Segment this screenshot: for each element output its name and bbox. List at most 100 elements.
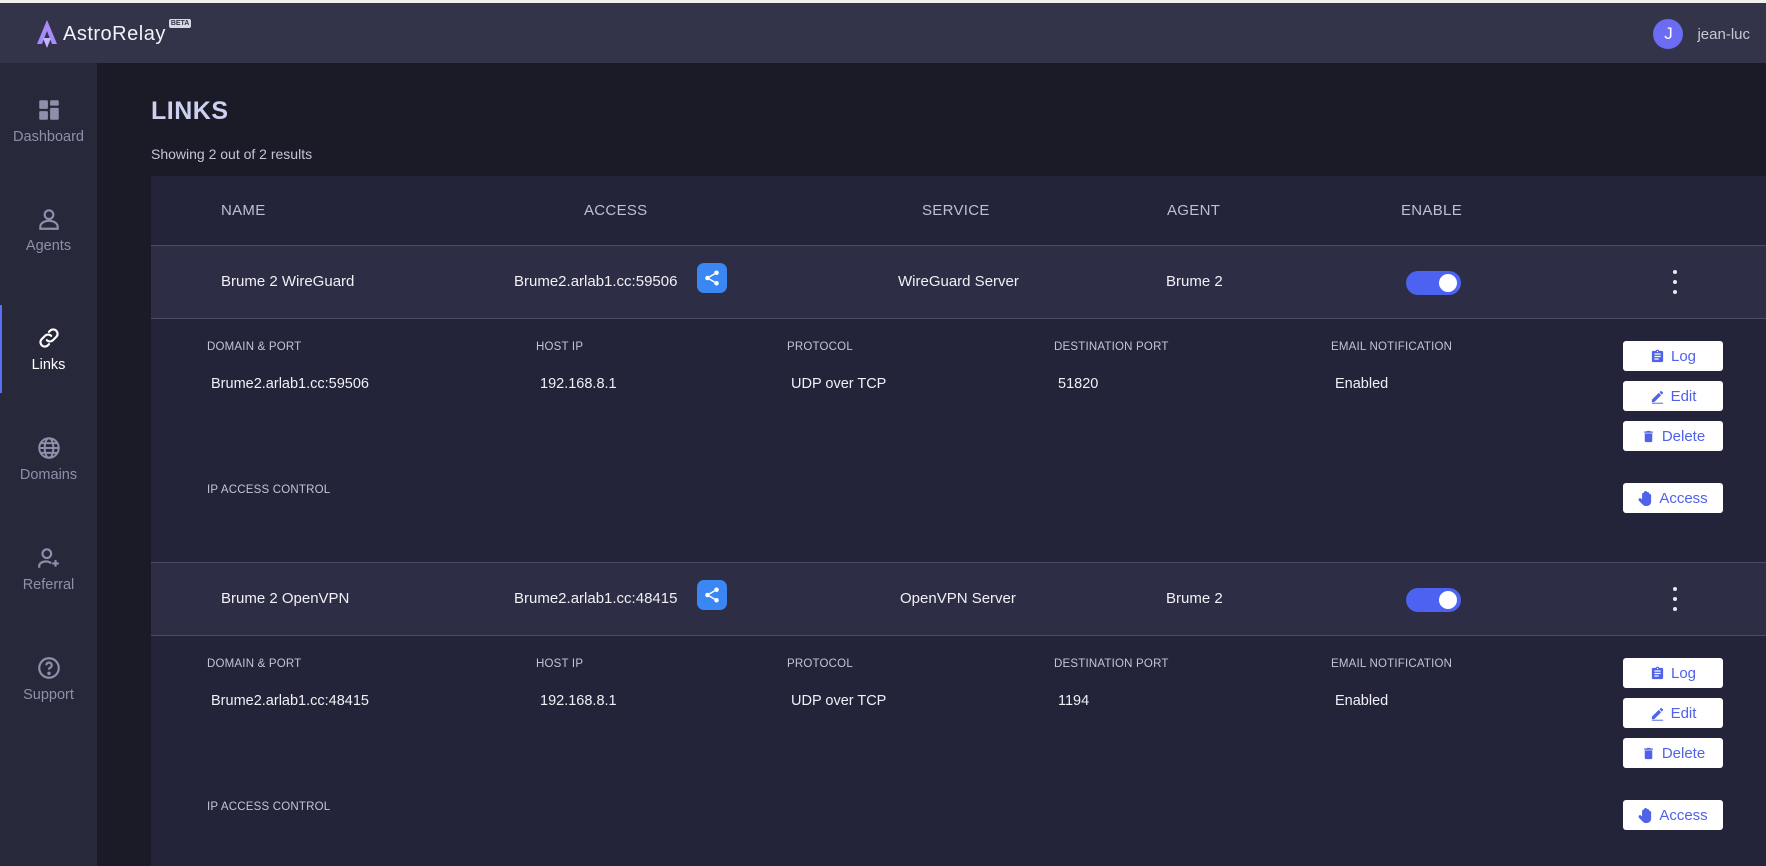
detail-domain-port: Brume2.arlab1.cc:59506 <box>211 376 369 392</box>
dashboard-icon <box>38 100 59 120</box>
detail-protocol: UDP over TCP <box>791 376 887 392</box>
detail-email-notification: Enabled <box>1335 376 1389 392</box>
avatar[interactable]: J <box>1653 19 1684 49</box>
link-access: Brume2.arlab1.cc:48415 <box>514 590 678 607</box>
sidebar-item-label: Agents <box>25 238 72 254</box>
enable-toggle[interactable] <box>1406 588 1461 612</box>
column-header-service[interactable]: SERVICE <box>922 202 990 219</box>
access-button-label: Access <box>1659 489 1708 507</box>
detail-label-domain-port: DOMAIN & PORT <box>207 341 302 353</box>
top-bar: AstroRelay BETA J jean-luc <box>0 0 1766 63</box>
astrorelay-logo-icon <box>37 20 57 48</box>
hand-icon <box>1638 490 1652 506</box>
more-options-icon[interactable] <box>1669 585 1681 613</box>
detail-label-domain-port: DOMAIN & PORT <box>207 658 302 670</box>
share-button[interactable] <box>697 263 727 293</box>
detail-domain-port: Brume2.arlab1.cc:48415 <box>211 693 369 709</box>
edit-button-label: Edit <box>1670 704 1697 722</box>
column-header-name[interactable]: NAME <box>221 202 266 219</box>
more-options-icon[interactable] <box>1669 268 1681 296</box>
clipboard-icon <box>1651 349 1664 362</box>
delete-button[interactable]: Delete <box>1623 738 1723 768</box>
page-title: LINKS <box>151 97 229 125</box>
log-button-label: Log <box>1670 664 1697 682</box>
column-header-enable[interactable]: ENABLE <box>1401 202 1462 219</box>
username[interactable]: jean-luc <box>1697 26 1750 43</box>
column-header-agent[interactable]: AGENT <box>1167 202 1220 219</box>
access-button[interactable]: Access <box>1623 800 1723 830</box>
delete-button-label: Delete <box>1661 744 1706 762</box>
app-logo[interactable]: AstroRelay BETA <box>33 18 192 50</box>
delete-button-label: Delete <box>1661 427 1706 445</box>
link-icon <box>38 328 59 348</box>
detail-label-destination-port: DESTINATION PORT <box>1054 341 1169 353</box>
sidebar-item-domains[interactable]: Domains <box>0 415 97 503</box>
detail-label-ip-access-control: IP ACCESS CONTROL <box>207 484 331 496</box>
detail-destination-port: 1194 <box>1058 693 1090 709</box>
link-detail-panel: DOMAIN & PORT Brume2.arlab1.cc:59506 HOS… <box>151 319 1766 563</box>
share-button[interactable] <box>697 580 727 610</box>
detail-destination-port: 51820 <box>1058 376 1099 392</box>
sidebar-item-label: Domains <box>19 467 78 483</box>
delete-button[interactable]: Delete <box>1623 421 1723 451</box>
link-service: OpenVPN Server <box>900 590 1016 607</box>
pencil-icon <box>1651 707 1663 721</box>
result-count: Showing 2 out of 2 results <box>151 146 313 162</box>
detail-label-host-ip: HOST IP <box>536 341 584 353</box>
sidebar: Dashboard Agents Links Domains Referral … <box>0 63 97 866</box>
detail-protocol: UDP over TCP <box>791 693 887 709</box>
link-detail-panel: DOMAIN & PORT Brume2.arlab1.cc:48415 HOS… <box>151 636 1766 866</box>
log-button-label: Log <box>1670 347 1697 365</box>
detail-label-destination-port: DESTINATION PORT <box>1054 658 1169 670</box>
detail-host-ip: 192.168.8.1 <box>540 693 617 709</box>
trash-icon <box>1643 430 1653 442</box>
link-service: WireGuard Server <box>898 273 1019 290</box>
access-button[interactable]: Access <box>1623 483 1723 513</box>
help-icon <box>37 657 60 679</box>
link-access: Brume2.arlab1.cc:59506 <box>514 273 678 290</box>
beta-badge: BETA <box>168 19 192 28</box>
link-name: Brume 2 WireGuard <box>221 273 355 290</box>
sidebar-item-agents[interactable]: Agents <box>0 186 97 274</box>
edit-button[interactable]: Edit <box>1623 381 1723 411</box>
sidebar-item-support[interactable]: Support <box>0 635 97 723</box>
detail-label-host-ip: HOST IP <box>536 658 584 670</box>
sidebar-item-label: Support <box>23 687 74 703</box>
sidebar-item-links[interactable]: Links <box>0 305 97 393</box>
log-button[interactable]: Log <box>1623 341 1723 371</box>
table-header: NAME ACCESS SERVICE AGENT ENABLE <box>151 176 1766 246</box>
main-content: LINKS Showing 2 out of 2 results NAME AC… <box>97 63 1766 866</box>
sidebar-item-dashboard[interactable]: Dashboard <box>0 77 97 165</box>
detail-label-email-notification: EMAIL NOTIFICATION <box>1331 658 1453 670</box>
table-row[interactable]: Brume 2 OpenVPN Brume2.arlab1.cc:48415 O… <box>151 563 1766 636</box>
globe-icon <box>37 437 60 459</box>
detail-label-protocol: PROTOCOL <box>787 658 853 670</box>
detail-host-ip: 192.168.8.1 <box>540 376 617 392</box>
share-icon <box>705 587 719 603</box>
user-menu[interactable]: J jean-luc <box>1653 19 1750 49</box>
detail-label-ip-access-control: IP ACCESS CONTROL <box>207 801 331 813</box>
sidebar-item-label: Referral <box>22 577 75 593</box>
table-row[interactable]: Brume 2 WireGuard Brume2.arlab1.cc:59506… <box>151 246 1766 319</box>
log-button[interactable]: Log <box>1623 658 1723 688</box>
edit-button-label: Edit <box>1670 387 1697 405</box>
detail-label-protocol: PROTOCOL <box>787 341 853 353</box>
toggle-knob <box>1439 274 1457 292</box>
sidebar-item-label: Links <box>31 357 66 373</box>
person-icon <box>38 209 59 230</box>
access-button-label: Access <box>1659 806 1708 824</box>
sidebar-item-referral[interactable]: Referral <box>0 525 97 613</box>
person-add-icon <box>37 548 59 568</box>
pencil-icon <box>1651 390 1663 404</box>
trash-icon <box>1643 747 1653 759</box>
detail-email-notification: Enabled <box>1335 693 1389 709</box>
edit-button[interactable]: Edit <box>1623 698 1723 728</box>
link-name: Brume 2 OpenVPN <box>221 590 350 607</box>
links-table: NAME ACCESS SERVICE AGENT ENABLE Brume 2… <box>151 176 1766 866</box>
enable-toggle[interactable] <box>1406 271 1461 295</box>
detail-label-email-notification: EMAIL NOTIFICATION <box>1331 341 1453 353</box>
toggle-knob <box>1439 591 1457 609</box>
column-header-access[interactable]: ACCESS <box>584 202 648 219</box>
link-agent: Brume 2 <box>1166 590 1223 607</box>
app-name: AstroRelay <box>63 22 166 45</box>
